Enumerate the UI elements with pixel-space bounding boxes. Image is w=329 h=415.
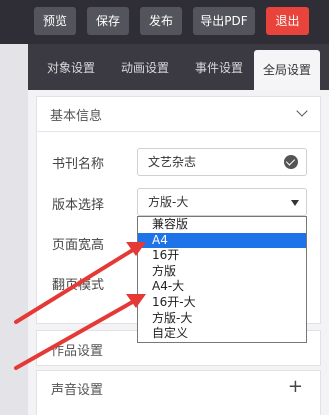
annotation-arrow-a4-large [14, 294, 146, 370]
annotation-arrows [14, 242, 146, 370]
annotation-arrow-a4 [14, 242, 146, 324]
